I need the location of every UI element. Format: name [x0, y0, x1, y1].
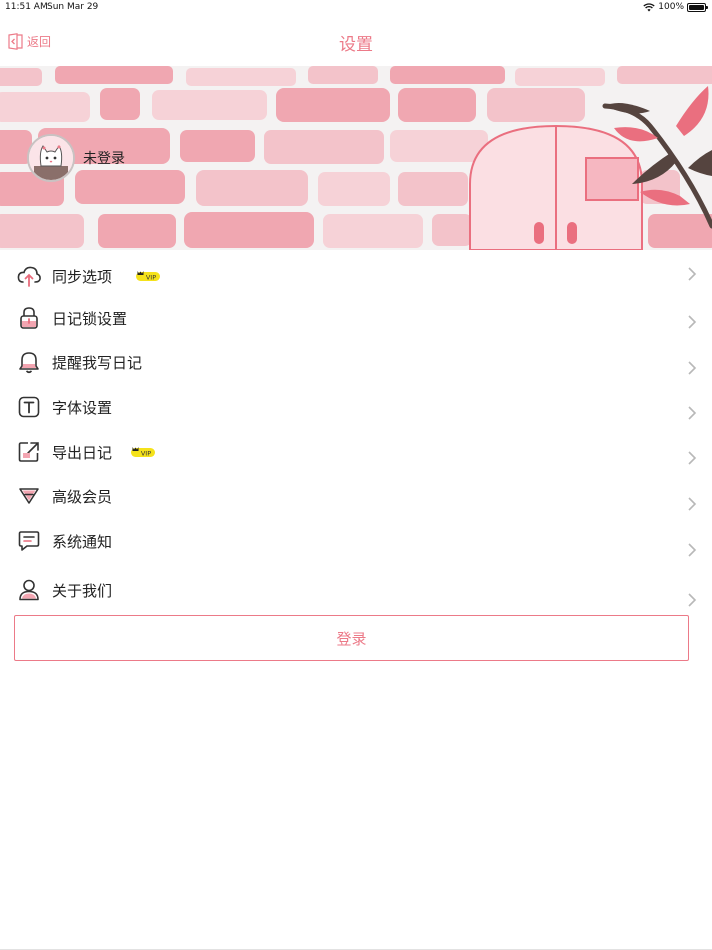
avatar: [27, 134, 75, 182]
page-title: 设置: [339, 35, 373, 55]
login-status-label: 未登录: [83, 151, 125, 167]
status-right: 100%: [643, 2, 708, 12]
status-bar: 11:51 AM Sun Mar 29 100%: [0, 0, 712, 16]
settings-item-notifications[interactable]: 系统通知: [0, 519, 712, 563]
vip-badge: VIP: [130, 446, 156, 458]
chevron-right-icon: [688, 543, 697, 557]
diamond-icon: [17, 484, 41, 508]
status-time: 11:51 AM: [5, 2, 48, 12]
settings-item-label: 日记锁设置: [52, 309, 128, 328]
settings-item-about[interactable]: 关于我们: [0, 568, 712, 612]
chevron-right-icon: [688, 267, 697, 281]
vip-text: VIP: [141, 450, 151, 458]
settings-item-export[interactable]: 导出日记 VIP: [0, 430, 712, 474]
lock-icon: [17, 306, 41, 330]
chevron-right-icon: [688, 497, 697, 511]
settings-item-label: 字体设置: [52, 398, 113, 417]
chevron-right-icon: [688, 315, 697, 329]
chevron-right-icon: [688, 451, 697, 465]
settings-item-reminder[interactable]: 提醒我写日记: [0, 340, 712, 384]
export-icon: [17, 440, 41, 464]
status-date: Sun Mar 29: [47, 2, 99, 12]
chevron-right-icon: [688, 593, 697, 607]
bell-icon: [17, 350, 41, 374]
settings-item-sync[interactable]: 同步选项 VIP: [0, 254, 712, 298]
user-icon: [17, 578, 41, 602]
cat-avatar-icon: [29, 136, 73, 180]
settings-item-font[interactable]: 字体设置: [0, 385, 712, 429]
settings-item-label: 提醒我写日记: [52, 353, 143, 372]
font-icon: [17, 395, 41, 419]
chevron-right-icon: [688, 406, 697, 420]
cloud-upload-icon: [17, 264, 41, 288]
message-icon: [17, 529, 41, 553]
profile-login-area[interactable]: 未登录: [27, 134, 125, 182]
profile-banner: 未登录: [0, 66, 712, 250]
vip-text: VIP: [146, 274, 156, 282]
settings-item-label: 关于我们: [52, 581, 113, 600]
nav-bar: 返回 设置: [0, 16, 712, 66]
settings-item-label: 导出日记: [52, 443, 113, 462]
battery-icon: [687, 2, 708, 12]
chevron-right-icon: [688, 361, 697, 375]
settings-item-label: 系统通知: [52, 532, 113, 551]
login-button[interactable]: 登录: [14, 615, 689, 661]
settings-item-label: 同步选项: [52, 267, 113, 286]
settings-item-diary-lock[interactable]: 日记锁设置: [0, 296, 712, 340]
settings-item-premium[interactable]: 高级会员: [0, 474, 712, 518]
wifi-icon: [643, 2, 655, 11]
settings-item-label: 高级会员: [52, 487, 113, 506]
vip-badge: VIP: [135, 270, 161, 282]
battery-percent: 100%: [658, 2, 684, 12]
